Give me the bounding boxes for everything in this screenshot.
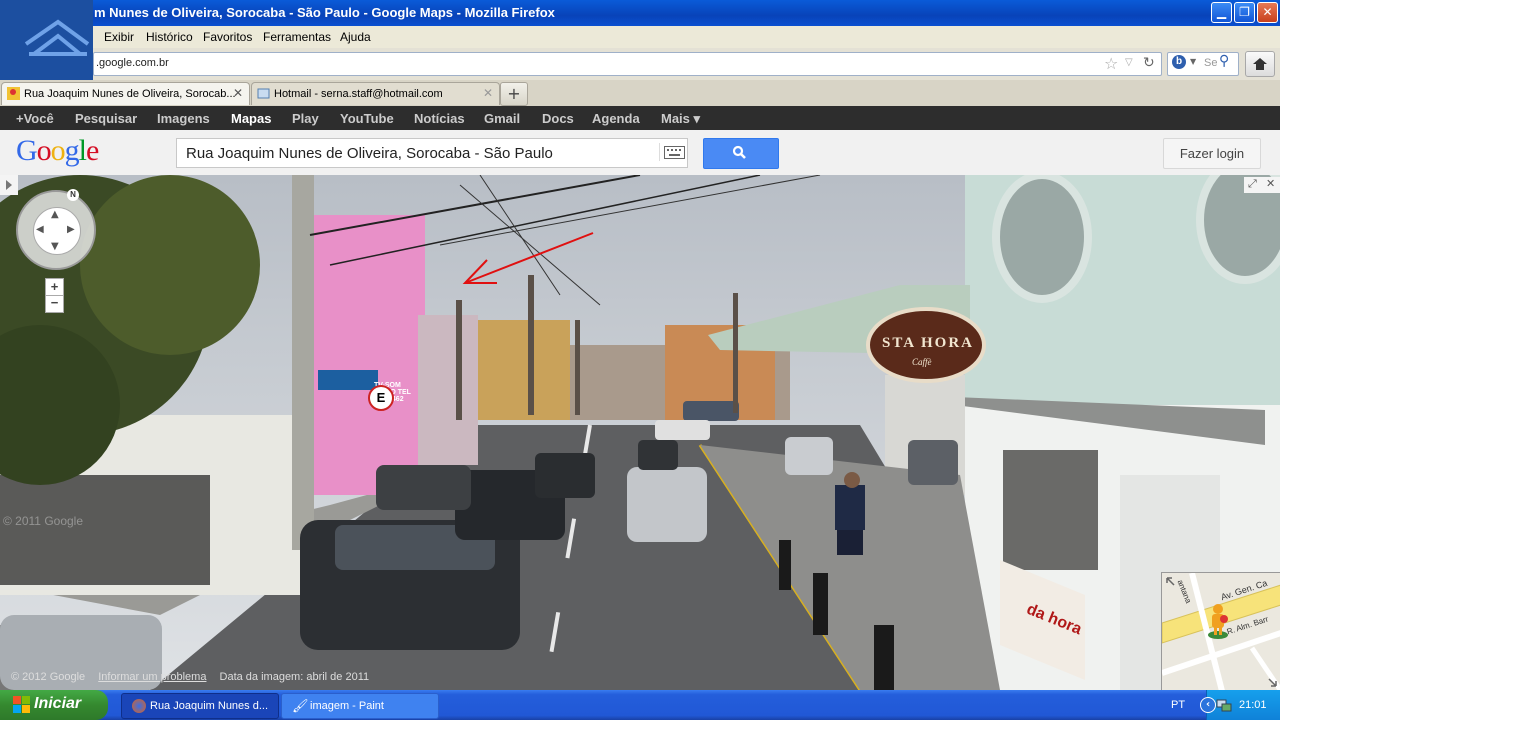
maps-header: Google Rua Joaquim Nunes de Oliveira, So… <box>0 130 1280 176</box>
close-panorama-icon[interactable]: ✕ <box>1266 177 1275 190</box>
panorama-attribution: © 2012 Google Informar um problema Data … <box>11 671 369 683</box>
tab-label: Hotmail - serna.staff@hotmail.com <box>274 88 443 100</box>
panorama-window-controls: ⤢ ✕ <box>1244 177 1280 193</box>
search-button[interactable] <box>703 138 779 169</box>
tab-close-icon[interactable]: ✕ <box>483 86 493 100</box>
google-bar: +Você Pesquisar Imagens Mapas Play YouTu… <box>0 106 1280 130</box>
search-engine-icon[interactable]: b <box>1172 55 1186 69</box>
maps-search-input[interactable]: Rua Joaquim Nunes de Oliveira, Sorocaba … <box>176 138 688 168</box>
zoom-out-button[interactable]: − <box>45 295 64 313</box>
pan-arrows-icon[interactable]: ▲ ▼ ◀ ▶ <box>33 207 81 255</box>
windows-logo-icon <box>13 696 30 713</box>
window-title: m Nunes de Oliveira, Sorocaba - São Paul… <box>94 5 555 20</box>
maps-favicon-icon <box>7 87 20 100</box>
app-overlay-icon <box>0 0 93 80</box>
keyboard-icon[interactable] <box>659 143 685 161</box>
minimize-button[interactable]: ▁ <box>1211 2 1232 23</box>
taskbar: Iniciar Rua Joaquim Nunes d... 🖌 imagem … <box>0 690 1280 720</box>
tab-hotmail[interactable]: Hotmail - serna.staff@hotmail.com ✕ <box>251 82 500 105</box>
search-query: Rua Joaquim Nunes de Oliveira, Sorocaba … <box>186 145 553 162</box>
cafe-sign-sub: Caffè <box>912 357 932 367</box>
login-button[interactable]: Fazer login <box>1163 138 1261 169</box>
menu-ferramentas[interactable]: Ferramentas <box>263 30 331 44</box>
start-button[interactable]: Iniciar <box>0 690 108 720</box>
image-date-text: Data da imagem: abril de 2011 <box>219 671 370 683</box>
google-logo[interactable]: Google <box>16 134 99 168</box>
restore-button[interactable]: ❐ <box>1234 2 1255 23</box>
gbar-youtube[interactable]: YouTube <box>340 111 394 126</box>
paint-icon: 🖌 <box>292 698 309 713</box>
hotmail-favicon-icon <box>257 87 270 100</box>
network-icon[interactable] <box>1216 697 1232 712</box>
pan-control[interactable]: ▲ ▼ ◀ ▶ N <box>16 189 96 270</box>
gbar-voce[interactable]: +Você <box>16 111 54 126</box>
gbar-gmail[interactable]: Gmail <box>484 111 520 126</box>
reload-icon[interactable]: ↻ <box>1143 55 1155 71</box>
gbar-imagens[interactable]: Imagens <box>157 111 210 126</box>
taskbar-item-paint[interactable]: 🖌 imagem - Paint <box>281 693 439 719</box>
tab-google-maps[interactable]: Rua Joaquim Nunes de Oliveira, Sorocab..… <box>1 82 250 105</box>
tab-bar: Rua Joaquim Nunes de Oliveira, Sorocab..… <box>0 80 1280 106</box>
search-engine-box[interactable]: b ▼ Se ⚲ <box>1167 52 1239 76</box>
taskbar-item-label: imagem - Paint <box>310 700 384 712</box>
bookmark-star-icon[interactable]: ☆ <box>1104 54 1118 73</box>
menu-ajuda[interactable]: Ajuda <box>340 30 371 44</box>
screen: m Nunes de Oliveira, Sorocaba - São Paul… <box>0 0 1280 720</box>
compass-north-icon[interactable]: N <box>67 189 79 201</box>
tray-expand-icon[interactable]: ‹ <box>1200 697 1216 713</box>
cafe-sign: STA HORA <box>882 335 974 351</box>
engine-dropdown-icon[interactable]: ▼ <box>1190 57 1196 66</box>
search-placeholder: Se <box>1204 57 1218 69</box>
gbar-docs[interactable]: Docs <box>542 111 574 126</box>
firefox-icon <box>132 699 146 713</box>
zoom-in-button[interactable]: + <box>45 278 64 296</box>
start-label: Iniciar <box>34 695 82 712</box>
copyright-text: © 2012 Google <box>11 671 86 683</box>
taskbar-item-label: Rua Joaquim Nunes d... <box>150 700 269 712</box>
mini-map[interactable]: Av. Gen. Ca R. Alm. Barr antana <box>1161 572 1280 690</box>
gbar-pesquisar[interactable]: Pesquisar <box>75 111 137 126</box>
url-bar[interactable]: .google.com.br ☆ ▽ ↻ <box>93 52 1162 76</box>
taskbar-item-firefox[interactable]: Rua Joaquim Nunes d... <box>121 693 279 719</box>
gbar-agenda[interactable]: Agenda <box>592 111 640 126</box>
clock: 21:01 <box>1239 699 1267 711</box>
window-title-bar[interactable]: m Nunes de Oliveira, Sorocaba - São Paul… <box>0 0 1280 26</box>
tab-close-icon[interactable]: ✕ <box>233 86 243 100</box>
menu-exibir[interactable]: Exibir <box>104 30 134 44</box>
menu-favoritos[interactable]: Favoritos <box>203 30 252 44</box>
navigation-bar: .google.com.br ☆ ▽ ↻ b ▼ Se ⚲ <box>0 48 1280 80</box>
report-problem-link[interactable]: Informar um problema <box>98 671 206 683</box>
close-button[interactable]: ✕ <box>1257 2 1278 23</box>
gbar-mais[interactable]: Mais ▾ <box>661 111 700 127</box>
tab-label: Rua Joaquim Nunes de Oliveira, Sorocab..… <box>24 88 236 100</box>
search-icon <box>732 145 746 159</box>
home-icon <box>1253 58 1267 70</box>
street-scene <box>0 175 1280 690</box>
gbar-mapas[interactable]: Mapas <box>231 111 271 126</box>
fullscreen-icon[interactable]: ⤢ <box>1248 177 1257 191</box>
gbar-play[interactable]: Play <box>292 111 319 126</box>
language-indicator[interactable]: PT <box>1171 699 1185 711</box>
url-text: .google.com.br <box>96 57 169 69</box>
system-tray: ‹ 21:01 <box>1200 690 1280 720</box>
history-dropdown-icon[interactable]: ▽ <box>1125 57 1133 68</box>
gbar-noticias[interactable]: Notícias <box>414 111 465 126</box>
google-watermark: © 2011 Google <box>3 514 84 528</box>
magnifier-icon[interactable]: ⚲ <box>1219 53 1229 69</box>
menu-bar: Exibir Histórico Favoritos Ferramentas A… <box>0 26 1280 48</box>
home-button[interactable] <box>1245 51 1275 77</box>
pegman-icon[interactable] <box>1207 603 1229 639</box>
menu-historico[interactable]: Histórico <box>146 30 193 44</box>
parking-sign: E <box>368 385 394 411</box>
street-view-panorama[interactable]: TV-SOM VIDEO TEL 221-7462 E STA HORA Caf… <box>0 175 1280 690</box>
new-tab-button[interactable]: + <box>500 82 528 106</box>
